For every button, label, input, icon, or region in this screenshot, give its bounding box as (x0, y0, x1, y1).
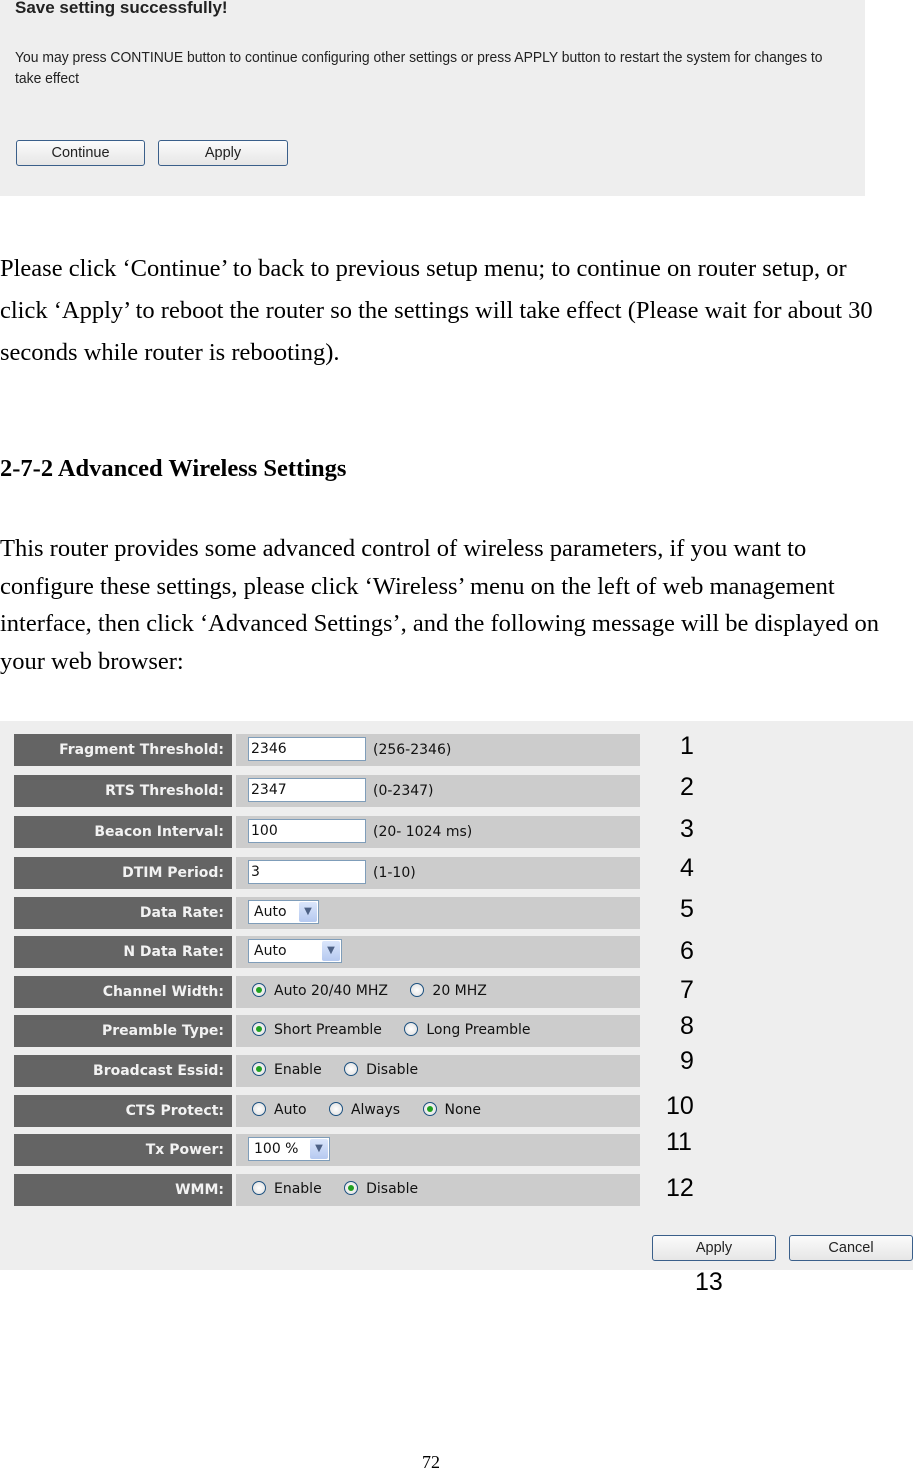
broadcast-essid-label: Broadcast Essid: (14, 1055, 232, 1087)
rts-threshold-input[interactable]: 2347 (248, 778, 366, 802)
advanced-cancel-button[interactable]: Cancel (789, 1235, 913, 1261)
callout-8: 8 (680, 1012, 694, 1040)
n-data-rate-label: N Data Rate: (14, 936, 232, 968)
fragment-threshold-label: Fragment Threshold: (14, 734, 232, 766)
beacon-interval-hint: (20- 1024 ms) (373, 824, 473, 840)
save-success-screenshot: Save setting successfully! You may press… (0, 0, 865, 196)
beacon-interval-label: Beacon Interval: (14, 816, 232, 848)
tx-power-select[interactable]: 100 % ▼ (248, 1137, 330, 1161)
save-success-message: You may press CONTINUE button to continu… (15, 50, 823, 87)
callout-6: 6 (680, 937, 694, 965)
preamble-type-label: Preamble Type: (14, 1015, 232, 1047)
fragment-threshold-hint: (256-2346) (373, 742, 452, 758)
channel-width-auto-radio[interactable] (252, 983, 266, 997)
chevron-down-icon: ▼ (299, 902, 317, 922)
callout-11: 11 (666, 1128, 692, 1156)
wmm-disable-radio[interactable] (344, 1181, 359, 1195)
preamble-long-radio[interactable] (404, 1022, 419, 1036)
callout-10: 10 (666, 1092, 694, 1120)
beacon-interval-input[interactable]: 100 (248, 819, 366, 843)
data-rate-select[interactable]: Auto ▼ (248, 900, 319, 924)
callout-2: 2 (680, 773, 694, 801)
cts-always-radio[interactable] (328, 1102, 343, 1116)
section-heading: 2-7-2 Advanced Wireless Settings (0, 455, 347, 482)
data-rate-label: Data Rate: (14, 897, 232, 929)
channel-width-label: Channel Width: (14, 976, 232, 1008)
continue-button[interactable]: Continue (16, 140, 145, 166)
callout-4: 4 (680, 854, 694, 882)
cts-protect-label: CTS Protect: (14, 1095, 232, 1127)
cts-none-radio[interactable] (422, 1102, 437, 1116)
channel-width-20-radio[interactable] (410, 983, 425, 997)
callout-7: 7 (680, 976, 694, 1004)
callout-1: 1 (680, 732, 694, 760)
chevron-down-icon: ▼ (310, 1139, 328, 1159)
preamble-short-radio[interactable] (252, 1022, 266, 1036)
advanced-apply-button[interactable]: Apply (652, 1235, 776, 1261)
essid-disable-radio[interactable] (344, 1062, 359, 1076)
dtim-period-label: DTIM Period: (14, 857, 232, 889)
apply-button[interactable]: Apply (158, 140, 288, 166)
dtim-period-input[interactable]: 3 (248, 860, 366, 884)
callout-13: 13 (695, 1268, 723, 1296)
instruction-paragraph: Please click ‘Continue’ to back to previ… (0, 255, 873, 366)
fragment-threshold-input[interactable]: 2346 (248, 737, 366, 761)
n-data-rate-select[interactable]: Auto ▼ (248, 939, 342, 963)
rts-threshold-label: RTS Threshold: (14, 775, 232, 807)
callout-3: 3 (680, 815, 694, 843)
callout-9: 9 (680, 1047, 694, 1075)
save-success-title: Save setting successfully! (15, 0, 228, 17)
rts-threshold-hint: (0-2347) (373, 783, 434, 799)
chevron-down-icon: ▼ (322, 941, 340, 961)
advanced-settings-screenshot: Fragment Threshold: 2346 (256-2346) RTS … (0, 721, 913, 1270)
callout-5: 5 (680, 895, 694, 923)
wmm-label: WMM: (14, 1174, 232, 1206)
essid-enable-radio[interactable] (252, 1062, 266, 1076)
wmm-enable-radio[interactable] (252, 1181, 266, 1195)
description-paragraph: This router provides some advanced contr… (0, 535, 880, 675)
cts-auto-radio[interactable] (252, 1102, 266, 1116)
callout-12: 12 (666, 1174, 694, 1202)
tx-power-label: Tx Power: (14, 1134, 232, 1166)
dtim-period-hint: (1-10) (373, 865, 416, 881)
page-number: 72 (422, 1452, 440, 1472)
